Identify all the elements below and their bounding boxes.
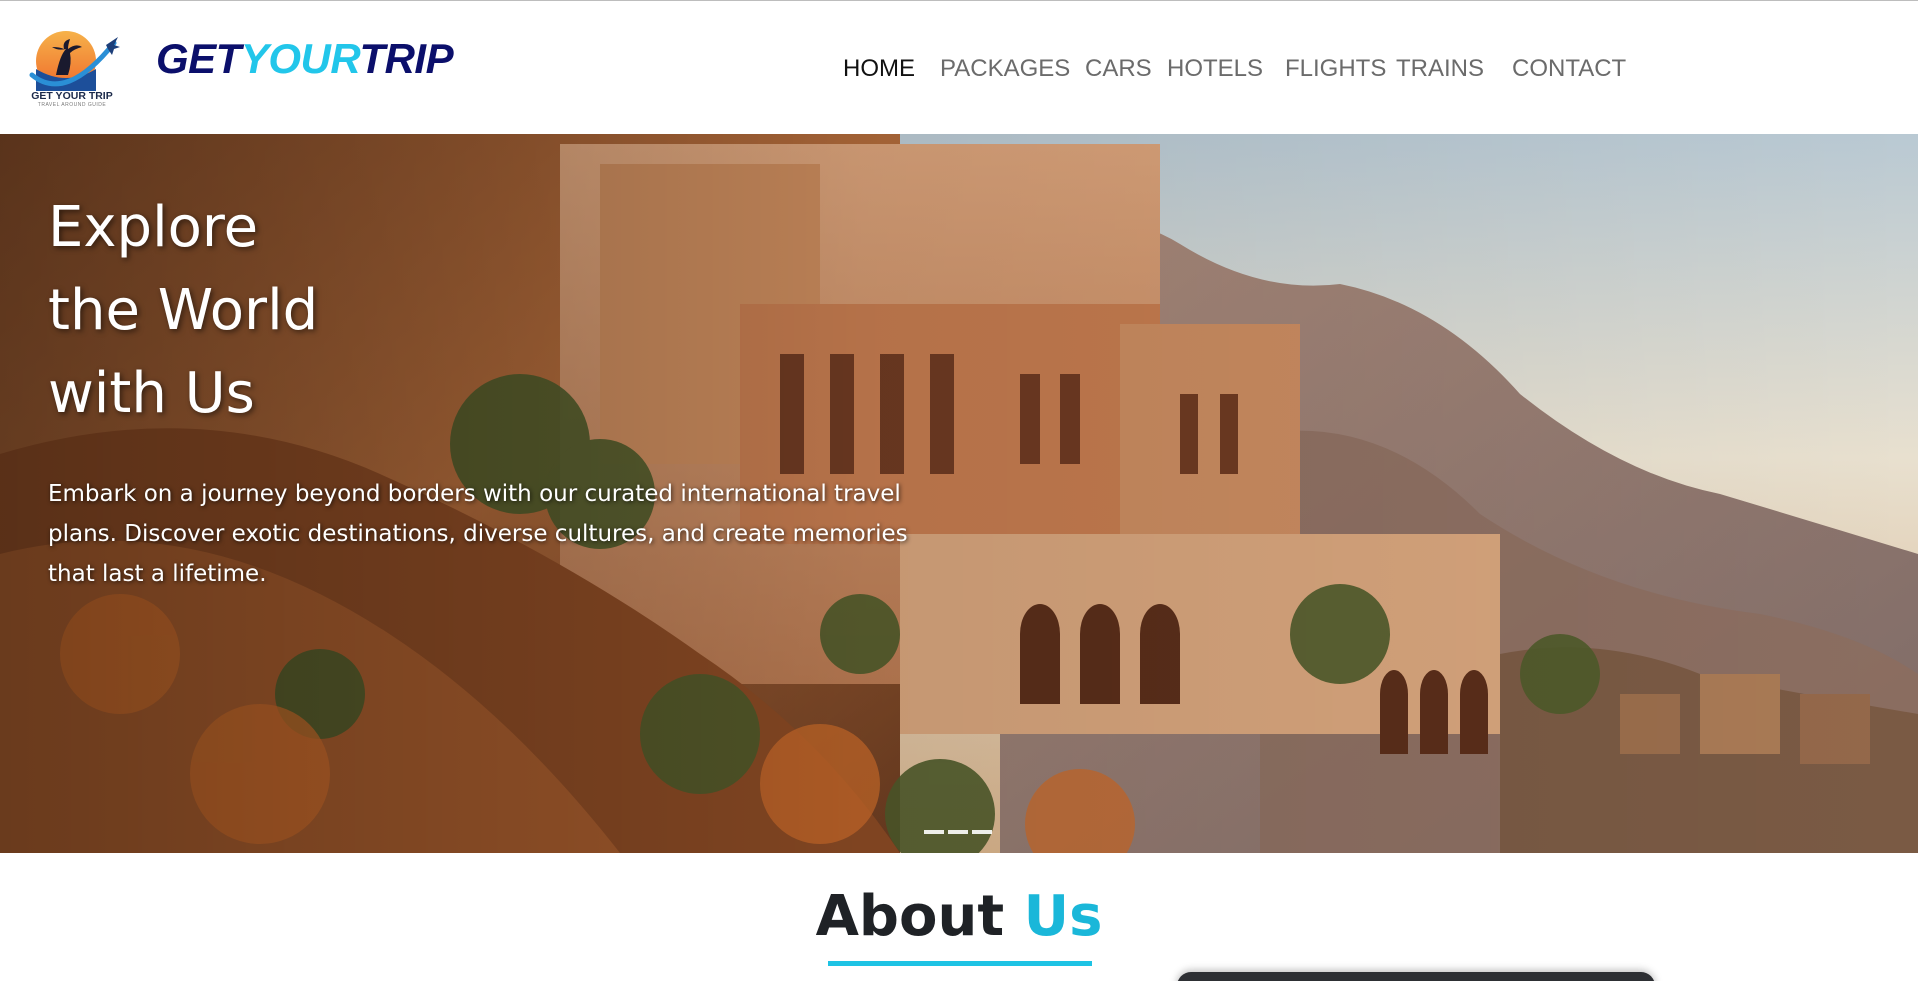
about-underline: [828, 961, 1092, 966]
about-heading: About Us: [0, 882, 1918, 952]
hero-title-line1: Explore: [48, 195, 259, 260]
hero-title-line2: the World: [48, 278, 319, 343]
about-card: [1177, 972, 1655, 981]
logo-text: GET YOUR TRIP: [31, 90, 113, 102]
about-heading-part1: About: [815, 884, 1005, 949]
navbar: GET YOUR TRIP TRAVEL AROUND GUIDE GETYOU…: [0, 1, 1918, 134]
nav-contact[interactable]: CONTACT: [1512, 52, 1626, 86]
carousel-indicator-3[interactable]: [972, 830, 992, 834]
nav-home[interactable]: HOME: [843, 52, 915, 86]
nav-packages[interactable]: PACKAGES: [940, 52, 1070, 86]
brand-part-get: GET: [156, 35, 241, 82]
hero-title-line3: with Us: [48, 361, 255, 426]
carousel-indicator-2[interactable]: [948, 830, 968, 834]
hero-carousel[interactable]: Explore the World with Us Embark on a jo…: [0, 134, 1918, 853]
brand-part-trip: TRIP: [359, 35, 454, 82]
hero-description: Embark on a journey beyond borders with …: [48, 481, 908, 587]
nav-hotels[interactable]: HOTELS: [1167, 52, 1263, 86]
brand-part-your: YOUR: [240, 35, 360, 82]
nav-trains[interactable]: TRAINS: [1396, 52, 1484, 86]
logo-subtext: TRAVEL AROUND GUIDE: [37, 102, 107, 108]
carousel-indicator-1[interactable]: [924, 830, 944, 834]
nav-flights[interactable]: FLIGHTS: [1285, 52, 1386, 86]
brand-name[interactable]: GETYOURTRIP: [156, 35, 454, 83]
hero-title: Explore the World with Us: [48, 186, 748, 435]
nav-cars[interactable]: CARS: [1085, 52, 1152, 86]
about-heading-accent: Us: [1023, 884, 1103, 949]
